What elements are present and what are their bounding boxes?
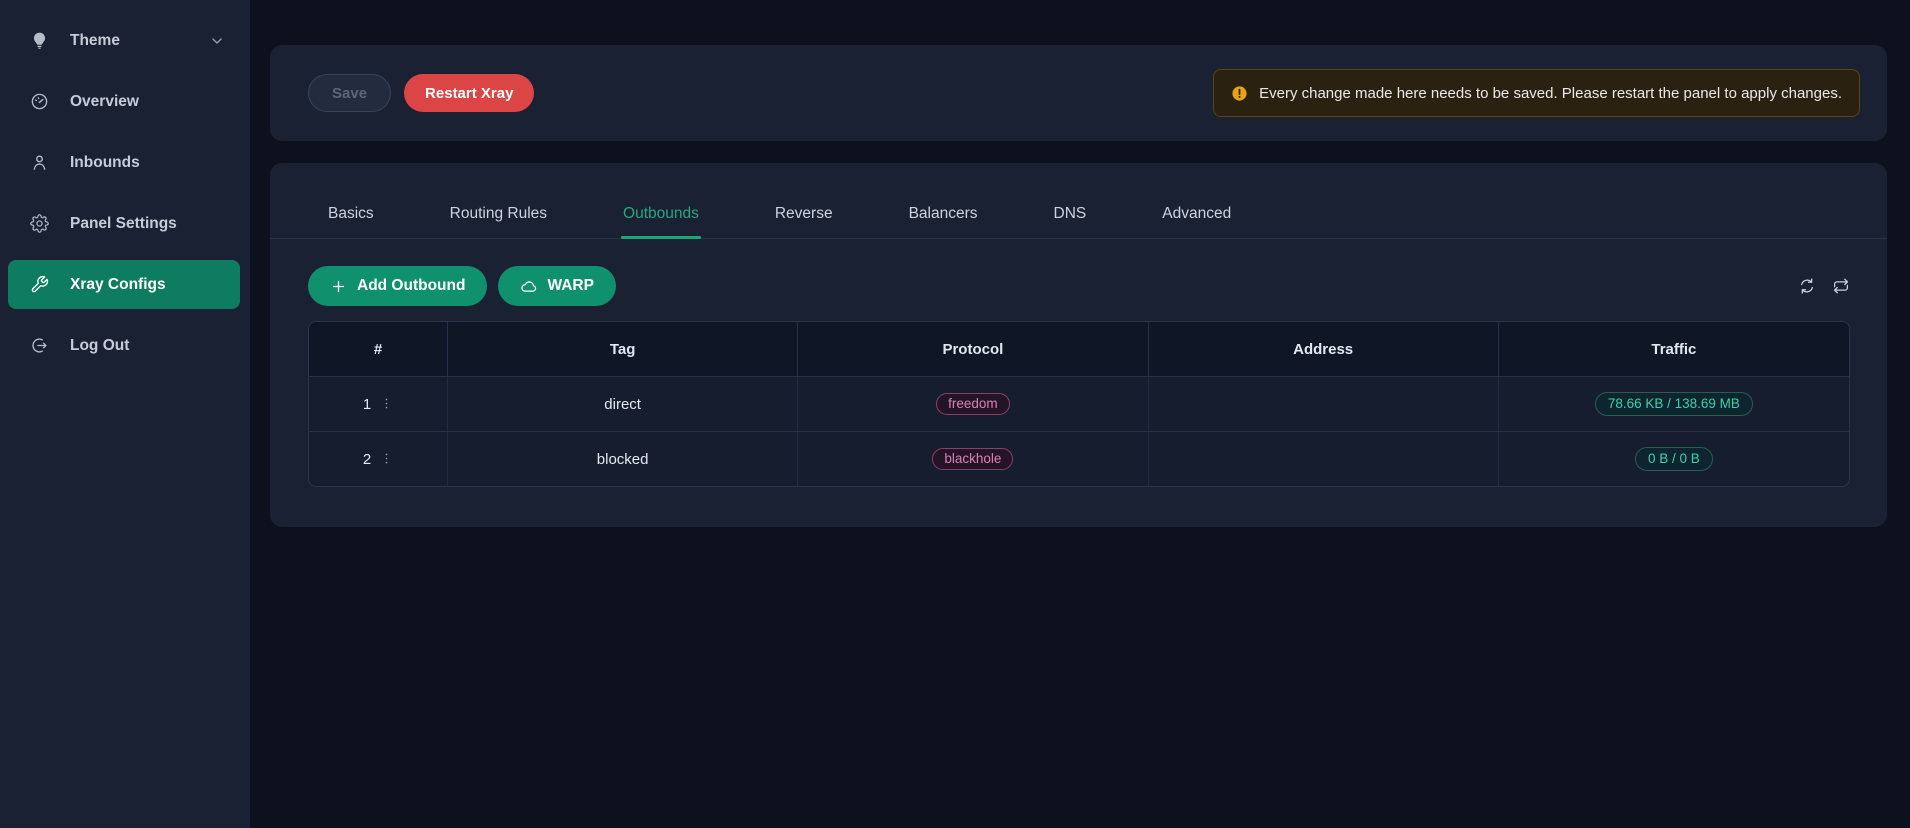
column-header-index: # [309,322,448,376]
sidebar-item-log-out[interactable]: Log Out [8,321,240,370]
row-address-cell [1149,432,1499,486]
outbounds-table: # Tag Protocol Address Traffic 1 direct [308,321,1850,487]
sidebar-item-label: Log Out [70,337,129,355]
traffic-badge: 0 B / 0 B [1635,447,1713,471]
row-tag-cell: blocked [448,432,798,486]
table-row: 1 direct freedom 78.66 KB / 138.69 MB [309,376,1849,431]
xray-configs-card: Basics Routing Rules Outbounds Reverse B… [270,163,1887,527]
row-menu-icon[interactable] [380,397,393,412]
user-icon [30,153,49,172]
sidebar-item-label: Overview [70,93,139,111]
outbounds-panel: Add Outbound WARP [270,266,1887,487]
row-traffic-cell: 78.66 KB / 138.69 MB [1499,377,1849,431]
restart-xray-button[interactable]: Restart Xray [404,74,534,112]
tab-balancers[interactable]: Balancers [909,205,978,238]
warning-alert-text: Every change made here needs to be saved… [1259,85,1842,102]
repeat-icon[interactable] [1832,277,1850,295]
sidebar-item-xray-configs[interactable]: Xray Configs [8,260,240,309]
warp-button[interactable]: WARP [498,266,616,306]
warning-icon [1231,85,1248,102]
plus-icon [330,278,347,295]
dashboard-icon [30,92,49,111]
sidebar: Theme Overview Inbounds [0,0,250,828]
column-header-tag: Tag [448,322,798,376]
warp-label: WARP [547,277,594,295]
add-outbound-button[interactable]: Add Outbound [308,266,487,306]
sidebar-item-label: Inbounds [70,154,140,172]
row-index: 1 [363,396,371,413]
column-header-address: Address [1149,322,1499,376]
logout-icon [30,336,49,355]
row-index-cell: 1 [309,377,448,431]
outbounds-actions-row: Add Outbound WARP [308,266,1850,306]
bulb-icon [30,31,49,50]
traffic-badge: 78.66 KB / 138.69 MB [1595,392,1753,416]
sidebar-item-theme[interactable]: Theme [8,16,240,65]
cloud-icon [520,278,537,295]
gear-icon [30,214,49,233]
sidebar-item-label: Panel Settings [70,215,177,233]
tab-basics[interactable]: Basics [328,205,374,238]
column-header-traffic: Traffic [1499,322,1849,376]
tabs-bar: Basics Routing Rules Outbounds Reverse B… [270,163,1887,239]
sidebar-item-panel-settings[interactable]: Panel Settings [8,199,240,248]
table-tools [1798,277,1850,295]
tab-outbounds[interactable]: Outbounds [623,205,699,238]
column-header-protocol: Protocol [798,322,1148,376]
toolbar-card: Save Restart Xray Every change made here… [270,45,1887,141]
row-protocol-cell: freedom [798,377,1148,431]
main-content: Save Restart Xray Every change made here… [250,0,1910,527]
row-protocol-cell: blackhole [798,432,1148,486]
tab-reverse[interactable]: Reverse [775,205,833,238]
tab-dns[interactable]: DNS [1054,205,1087,238]
row-address-cell [1149,377,1499,431]
refresh-icon[interactable] [1798,277,1816,295]
table-row: 2 blocked blackhole 0 B / 0 B [309,431,1849,486]
wrench-icon [30,275,49,294]
protocol-badge: blackhole [932,448,1013,470]
save-button[interactable]: Save [308,74,391,112]
sidebar-item-label: Theme [70,32,120,50]
protocol-badge: freedom [936,393,1010,415]
add-outbound-label: Add Outbound [357,277,465,295]
sidebar-item-label: Xray Configs [70,276,166,294]
row-tag-cell: direct [448,377,798,431]
tab-routing-rules[interactable]: Routing Rules [450,205,547,238]
row-index: 2 [363,451,371,468]
sidebar-item-inbounds[interactable]: Inbounds [8,138,240,187]
row-traffic-cell: 0 B / 0 B [1499,432,1849,486]
table-header-row: # Tag Protocol Address Traffic [309,322,1849,376]
warning-alert: Every change made here needs to be saved… [1213,69,1860,117]
tab-advanced[interactable]: Advanced [1162,205,1231,238]
chevron-down-icon [210,34,224,48]
row-menu-icon[interactable] [380,452,393,467]
sidebar-item-overview[interactable]: Overview [8,77,240,126]
row-index-cell: 2 [309,432,448,486]
